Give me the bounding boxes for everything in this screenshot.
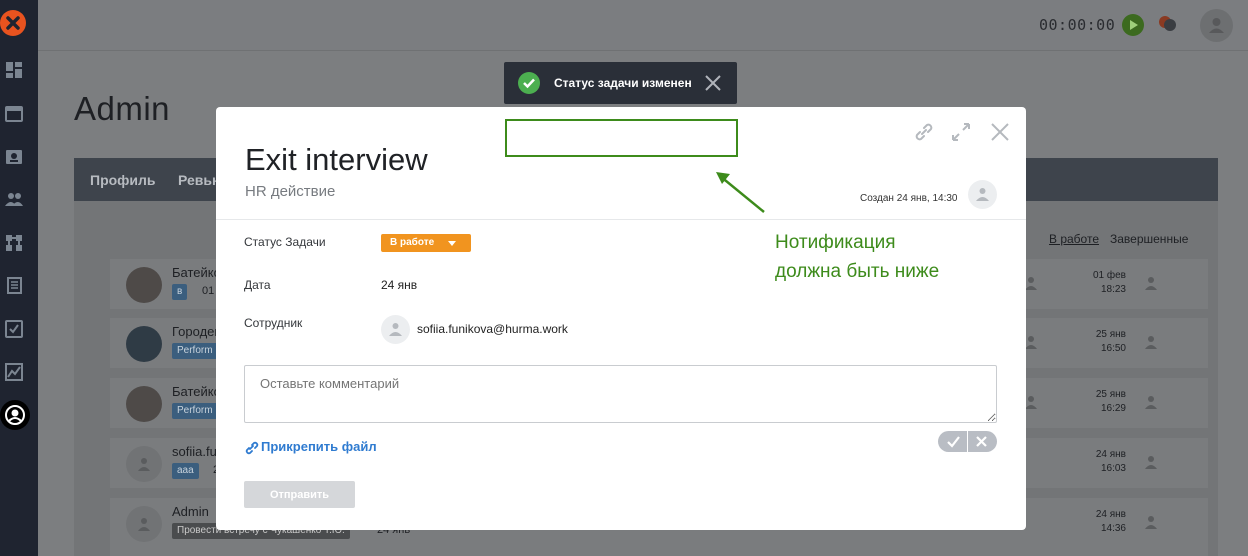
divider	[216, 219, 1026, 220]
employee-email[interactable]: sofiia.funikova@hurma.work	[417, 322, 568, 336]
modal-subtitle: HR действие	[245, 183, 336, 200]
time-tracker-display: 00:00:00	[1039, 16, 1116, 34]
user-icon	[1145, 456, 1157, 469]
user-icon	[1025, 277, 1037, 290]
user-icon	[1145, 277, 1157, 290]
close-icon[interactable]	[974, 434, 989, 449]
row-date: 25 янв	[1095, 329, 1126, 340]
row-date: 25 янв	[1095, 389, 1126, 400]
close-icon[interactable]	[989, 121, 1011, 143]
avatar	[126, 326, 162, 362]
user-icon	[1025, 336, 1037, 349]
avatar	[126, 446, 162, 482]
close-icon[interactable]	[704, 74, 722, 92]
tasks-icon[interactable]	[5, 320, 23, 338]
row-name: Батейко	[172, 265, 221, 280]
calendar-icon[interactable]	[5, 104, 23, 122]
row-datetime: 24 янв 14:36	[1086, 508, 1126, 536]
row-tag: в	[172, 284, 188, 300]
dashboard-icon[interactable]	[5, 61, 23, 79]
check-circle-icon	[518, 72, 540, 94]
separator	[967, 431, 968, 452]
sidebar	[0, 0, 38, 556]
user-icon	[138, 458, 150, 471]
status-dropdown[interactable]: В работе	[381, 234, 471, 252]
filter-completed[interactable]: Завершенные	[1110, 232, 1188, 246]
user-icon	[1145, 396, 1157, 409]
modal-title: Exit interview	[245, 142, 428, 177]
row-date: 24 янв	[1095, 509, 1126, 520]
page-title: Admin	[74, 90, 171, 127]
task-modal: Exit interview HR действие Создан 24 янв…	[216, 107, 1026, 530]
person-card-icon[interactable]	[5, 148, 23, 166]
row-time: 16:03	[1100, 463, 1126, 474]
team-icon[interactable]	[5, 190, 23, 208]
row-name: sofiia.fu	[172, 444, 217, 459]
status-label: Статус Задачи	[244, 235, 326, 249]
annotation-line-2: должна быть ниже	[775, 261, 940, 282]
avatar	[126, 386, 162, 422]
send-button[interactable]: Отправить	[244, 481, 355, 508]
user-icon	[138, 518, 150, 531]
user-circle-icon	[5, 405, 25, 425]
status-value: В работе	[390, 237, 435, 248]
chevron-down-icon	[448, 241, 456, 246]
row-tag: Perform	[172, 343, 218, 359]
annotation-box	[505, 119, 738, 157]
row-date: 24 янв	[1095, 449, 1126, 460]
annotation-arrow-icon	[716, 172, 765, 213]
sidebar-item-admin[interactable]	[0, 400, 30, 430]
row-name: Admin	[172, 504, 209, 519]
row-time: 18:23	[1100, 284, 1126, 295]
row-datetime: 24 янв 16:03	[1086, 448, 1126, 476]
user-icon	[1025, 396, 1037, 409]
row-extra: 01	[202, 285, 215, 297]
status-notification: Статус задачи изменен	[504, 62, 737, 104]
check-icon[interactable]	[946, 434, 961, 449]
annotation-line-1: Нотификация	[775, 232, 896, 253]
row-name: Городен	[172, 324, 222, 339]
row-tag: Perform	[172, 403, 218, 419]
row-tag: ааа	[172, 463, 199, 479]
user-icon	[1209, 18, 1224, 33]
play-timer-button[interactable]	[1122, 14, 1144, 36]
user-icon	[1145, 516, 1157, 529]
notification-message: Статус задачи изменен	[554, 76, 692, 90]
expand-icon[interactable]	[950, 121, 972, 143]
user-avatar[interactable]	[1200, 9, 1233, 42]
date-label: Дата	[244, 278, 271, 292]
logo-icon[interactable]	[0, 8, 30, 38]
row-datetime: 25 янв 16:50	[1086, 328, 1126, 356]
avatar	[126, 506, 162, 542]
row-date: 01 фев	[1092, 270, 1126, 281]
row-datetime: 25 янв 16:29	[1086, 388, 1126, 416]
paperclip-icon[interactable]	[244, 440, 259, 455]
row-name: Батейко	[172, 384, 221, 399]
chat-icon[interactable]	[1156, 13, 1178, 35]
link-icon[interactable]	[913, 121, 935, 143]
user-icon	[976, 188, 989, 201]
row-time: 16:50	[1100, 343, 1126, 354]
annotation-text: Нотификация должна быть ниже	[775, 228, 939, 286]
employee-avatar	[381, 315, 410, 344]
user-icon	[1145, 336, 1157, 349]
creator-avatar[interactable]	[968, 180, 997, 209]
row-time: 14:36	[1100, 523, 1126, 534]
avatar	[126, 267, 162, 303]
user-icon	[389, 323, 402, 336]
attach-file-link[interactable]: Прикрепить файл	[261, 439, 377, 454]
date-value: 24 янв	[381, 278, 418, 292]
tab-profile[interactable]: Профиль	[90, 172, 156, 188]
org-structure-icon[interactable]	[5, 234, 23, 252]
employee-label: Сотрудник	[244, 316, 303, 330]
documents-icon[interactable]	[5, 277, 23, 295]
comment-field[interactable]	[244, 365, 997, 423]
analytics-icon[interactable]	[5, 363, 23, 381]
row-datetime: 01 фев 18:23	[1086, 269, 1126, 297]
created-date: Создан 24 янв, 14:30	[860, 193, 958, 204]
row-time: 16:29	[1100, 403, 1126, 414]
comment-actions	[938, 431, 997, 452]
filter-in-progress[interactable]: В работе	[1049, 232, 1099, 246]
